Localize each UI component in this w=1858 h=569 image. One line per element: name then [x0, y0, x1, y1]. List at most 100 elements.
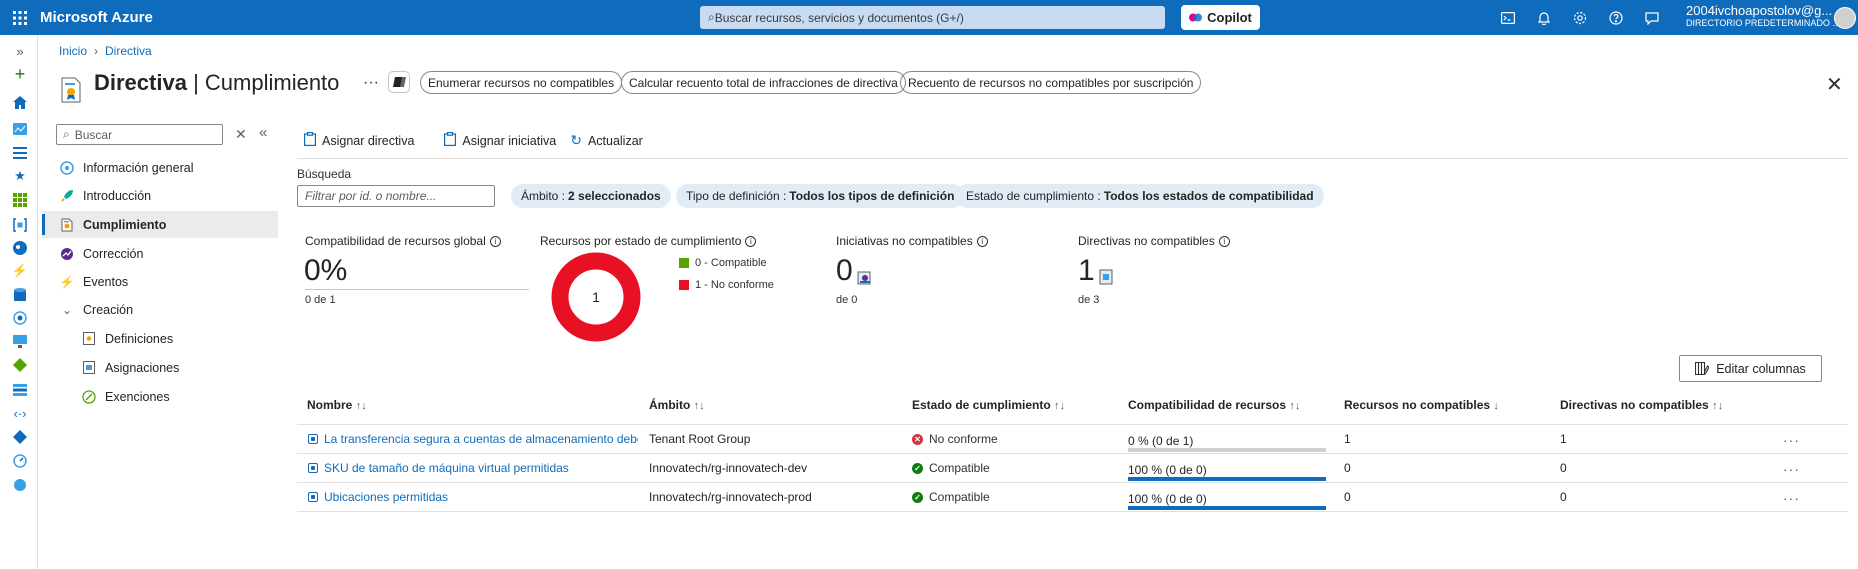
row-state: ✓ Compatible	[912, 461, 990, 475]
cloud-shell-icon[interactable]	[1490, 0, 1526, 35]
header-label: Compatibilidad de recursos	[1128, 398, 1287, 412]
sidebar-item-events[interactable]: ⚡ Eventos	[42, 268, 278, 295]
legend-noncompliant[interactable]: 1 - No conforme	[679, 279, 774, 291]
filter-input[interactable]: Filtrar por id. o nombre...	[297, 185, 495, 207]
chevron-down-icon: ⌄	[61, 302, 73, 317]
settings-icon[interactable]	[1562, 0, 1598, 35]
all-resources-icon[interactable]	[12, 192, 28, 208]
home-icon[interactable]	[12, 94, 28, 110]
scope-filter-chip[interactable]: Ámbito :2 seleccionados	[511, 184, 671, 208]
notifications-icon[interactable]	[1526, 0, 1562, 35]
function-app-icon[interactable]: ⚡	[12, 263, 28, 279]
col-header-res-nc[interactable]: Recursos no compatibles ↓	[1344, 398, 1499, 412]
row-pol-nc: 0	[1560, 461, 1567, 475]
assign-policy-button[interactable]: Asignar directiva	[304, 132, 414, 149]
table-row-name[interactable]: Ubicaciones permitidas	[308, 490, 638, 504]
user-account[interactable]: 2004ivchoapostolov@g... DIRECTORIO PREDE…	[1686, 4, 1840, 30]
feedback-icon[interactable]	[1634, 0, 1670, 35]
entra-id-icon[interactable]	[12, 429, 28, 445]
noncompliant-by-subscription-button[interactable]: Recuento de recursos no compatibles por …	[900, 71, 1202, 94]
divider	[297, 482, 1848, 483]
row-more-icon[interactable]: ···	[1783, 461, 1800, 477]
sidebar-item-label: Cumplimiento	[83, 217, 167, 232]
header-label: Directivas no compatibles	[1560, 398, 1709, 412]
sidebar-item-authoring[interactable]: ⌄ Creación	[42, 296, 278, 323]
legend-compliant[interactable]: 0 - Compatible	[679, 257, 767, 269]
col-header-name[interactable]: Nombre ↑↓	[307, 398, 367, 412]
collapse-sidebar-icon[interactable]: «	[259, 124, 267, 141]
compat-progress-fill	[1128, 506, 1326, 510]
brand-title[interactable]: Microsoft Azure	[40, 9, 153, 26]
sidebar-item-assignments[interactable]: Asignaciones	[42, 354, 278, 381]
user-directory: DIRECTORIO PREDETERMINADO ...	[1686, 18, 1840, 28]
dashboard-icon[interactable]	[12, 121, 28, 137]
policy-link[interactable]: La transferencia segura a cuentas de alm…	[324, 432, 638, 446]
virtual-networks-icon[interactable]: ‹·›	[12, 405, 28, 421]
policy-link[interactable]: SKU de tamaño de máquina virtual permiti…	[324, 461, 569, 475]
storage-accounts-icon[interactable]	[12, 382, 28, 398]
compliance-state-filter-chip[interactable]: Estado de cumplimiento : Todos los estado…	[956, 184, 1324, 208]
global-search-input[interactable]: ⌕ Buscar recursos, servicios y documento…	[700, 6, 1165, 29]
virtual-machines-icon[interactable]	[12, 333, 28, 349]
info-icon[interactable]: i	[489, 235, 501, 247]
clear-search-icon[interactable]: ✕	[235, 126, 247, 143]
sql-database-icon[interactable]	[12, 287, 28, 303]
search-icon: ⌕	[708, 10, 715, 24]
sidebar-item-introduction[interactable]: Introducción	[42, 182, 278, 209]
list-noncompliant-button[interactable]: Enumerar recursos no compatibles	[420, 71, 623, 94]
col-header-pol-nc[interactable]: Directivas no compatibles ↑↓	[1560, 398, 1723, 412]
col-header-compat[interactable]: Compatibilidad de recursos ↑↓	[1128, 398, 1300, 412]
sidebar-search-input[interactable]: ⌕ Buscar	[56, 124, 223, 145]
copilot-prompt-icon[interactable]	[388, 71, 410, 93]
sidebar-item-remediation[interactable]: Corrección	[42, 240, 278, 267]
cosmos-db-icon[interactable]	[12, 310, 28, 326]
breadcrumb-home[interactable]: Inicio	[59, 44, 87, 58]
edit-columns-button[interactable]: Editar columnas	[1679, 355, 1822, 382]
all-services-icon[interactable]	[12, 145, 28, 161]
refresh-button[interactable]: ↻ Actualizar	[570, 132, 643, 149]
info-icon[interactable]: i	[976, 235, 988, 247]
divider	[297, 453, 1848, 454]
calc-violations-button[interactable]: Calcular recuento total de infracciones …	[621, 71, 906, 94]
sidebar-item-overview[interactable]: Información general	[42, 154, 278, 181]
col-header-scope[interactable]: Ámbito ↑↓	[649, 398, 705, 412]
col-header-state[interactable]: Estado de cumplimiento ↑↓	[912, 398, 1065, 412]
sort-desc-icon: ↓	[1493, 400, 1499, 412]
sidebar-item-compliance[interactable]: Cumplimiento	[42, 211, 278, 238]
resource-groups-icon[interactable]	[12, 217, 28, 233]
policy-row-icon	[308, 463, 318, 473]
assign-initiative-button[interactable]: Asignar iniciativa	[444, 132, 556, 149]
copilot-button[interactable]: Copilot	[1181, 5, 1260, 30]
advisor-icon[interactable]	[12, 477, 28, 493]
chip-label: Estado de cumplimiento :	[966, 189, 1101, 203]
chip-value: Todos los tipos de definición	[789, 189, 955, 203]
compliance-icon	[59, 217, 75, 233]
load-balancer-icon[interactable]	[12, 357, 28, 373]
info-icon[interactable]: i	[745, 235, 757, 247]
portal-menu-icon[interactable]	[0, 0, 40, 35]
policies-title: Directivas no compatibles i	[1078, 234, 1230, 248]
create-resource-icon[interactable]: +	[12, 64, 28, 84]
breadcrumb-current[interactable]: Directiva	[105, 44, 152, 58]
expand-menu-icon[interactable]: »	[12, 43, 28, 59]
sidebar-item-exemptions[interactable]: Exenciones	[42, 383, 278, 410]
table-row-name[interactable]: La transferencia segura a cuentas de alm…	[308, 432, 638, 446]
close-icon[interactable]: ✕	[1826, 72, 1843, 97]
help-icon[interactable]	[1598, 0, 1634, 35]
info-icon[interactable]: i	[1218, 235, 1230, 247]
policy-link[interactable]: Ubicaciones permitidas	[324, 490, 448, 504]
avatar[interactable]	[1834, 7, 1856, 29]
row-more-icon[interactable]: ···	[1783, 490, 1800, 506]
search-placeholder: Buscar recursos, servicios y documentos …	[714, 10, 964, 25]
row-more-icon[interactable]: ···	[1783, 432, 1800, 448]
table-row-name[interactable]: SKU de tamaño de máquina virtual permiti…	[308, 461, 638, 475]
monitor-icon[interactable]	[12, 453, 28, 469]
app-services-icon[interactable]	[12, 240, 28, 256]
favorites-star-icon[interactable]: ★	[12, 168, 28, 184]
more-options-icon[interactable]: ···	[363, 74, 379, 92]
definition-type-filter-chip[interactable]: Tipo de definición : Todos los tipos de d…	[676, 184, 965, 208]
sidebar-item-definitions[interactable]: Definiciones	[42, 325, 278, 352]
page-title-bold: Directiva	[94, 70, 187, 95]
chip-label: Tipo de definición :	[686, 189, 787, 203]
compliance-donut-chart[interactable]: 1	[550, 251, 642, 343]
